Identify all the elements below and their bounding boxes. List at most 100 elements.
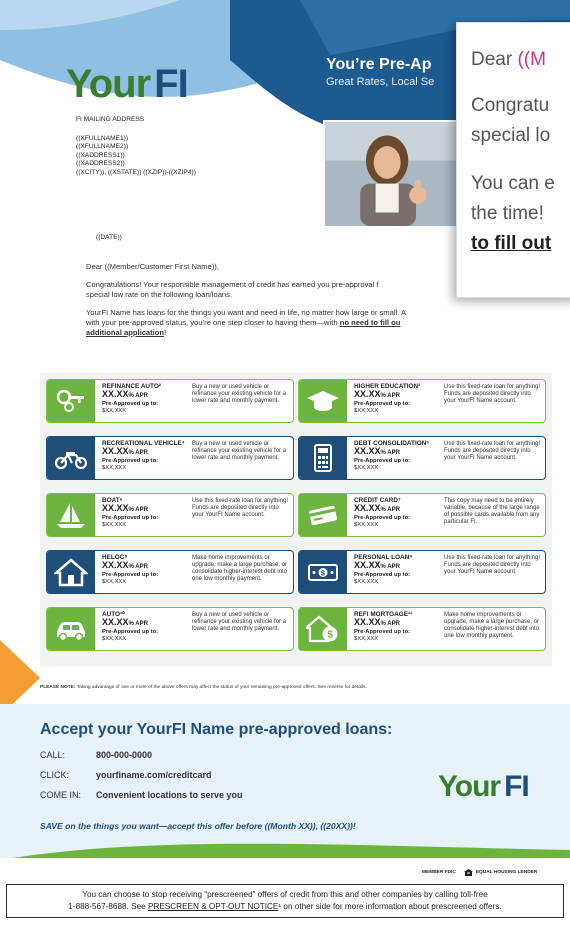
headline: You’re Pre-Ap <box>326 56 432 73</box>
offer-description: Buy a new or used vehicle or refinance y… <box>192 612 287 632</box>
offer-name: HIGHER EDUCATION³ XX.XX% APR Pre-Approved … <box>354 383 444 415</box>
yourfi-logo-bottom: Your FI <box>438 770 530 803</box>
offer-description: Make home improvements or upgrade, make … <box>444 612 540 639</box>
offer-card[interactable]: DEBT CONSOLIDATION⁵ XX.XX% APR Pre-Approve… <box>298 436 546 480</box>
svg-text:$: $ <box>321 570 325 577</box>
car-keys-icon <box>47 380 95 422</box>
offer-card[interactable]: AUTO¹⁰ XX.XX% APR Pre-Approved up to: $XX,X… <box>46 607 294 651</box>
letter-paragraph-2: YourFI Name has loans for the things you… <box>86 308 407 337</box>
offer-name: HELOC⁸ XX.XX% APR Pre-Approved up to: $XX,X… <box>102 554 192 586</box>
offer-description: Use this fixed-rate loan for anything! F… <box>444 384 541 404</box>
offer-description: Use this fixed-rate loan for anything! F… <box>444 555 541 575</box>
address-line: ((XCITY)), ((XSTATE)) ((XZIP))-((XZIP4)) <box>76 168 196 176</box>
offer-rate: XX.XX% APR <box>102 389 148 400</box>
woman-thumbs-up-photo <box>323 120 459 228</box>
opt-out-notice-link[interactable]: PRESCREEN & OPT-OUT NOTICE <box>148 902 278 911</box>
offer-card[interactable]: CREDIT CARD⁷ XX.XX% APR Pre-Approved up to… <box>298 493 546 537</box>
popup-line: the time! <box>471 203 544 224</box>
mailer-page: Your FI You’re Pre-Ap Great Rates, Local … <box>0 0 570 936</box>
offer-card[interactable]: BOAT⁶ XX.XX% APR Pre-Approved up to: $XX,XX… <box>46 493 294 537</box>
offer-card[interactable]: REFINANCE AUTO² XX.XX% APR Pre-Approved up… <box>46 379 294 423</box>
legal-badges: MEMBER FDIC EQUAL HOUSING LENDER <box>422 869 537 876</box>
address-line: ((XADDRESS2)) <box>76 160 125 168</box>
offer-amount: $XX,XXX <box>102 408 127 414</box>
popup-line: Dear ((M <box>471 49 546 70</box>
save-deadline: SAVE on the things you want—accept this … <box>40 821 356 831</box>
graduation-cap-icon <box>299 380 347 422</box>
click-row: CLICK: yourfiname.com/creditcard <box>40 770 212 780</box>
letter-paragraph-1: Congratulations! Your responsible manage… <box>86 280 379 299</box>
offer-description: Use this fixed-rate loan for anything! F… <box>192 498 289 518</box>
offer-preapproved-label: Pre-Approved up to: <box>102 458 159 464</box>
offer-card[interactable]: RECREATIONAL VEHICLE⁴ XX.XX% APR Pre-Appro… <box>46 436 294 480</box>
letter-body: Dear ((Member/Customer First Name)), Con… <box>86 262 466 346</box>
offer-rate: XX.XX% APR <box>102 503 148 514</box>
mailing-address: FI MAILING ADDRESS ((XFULLNAME1)) ((XFUL… <box>76 116 196 178</box>
address-line: ((XFULLNAME1)) <box>76 134 129 142</box>
offer-card[interactable]: HIGHER EDUCATION³ XX.XX% APR Pre-Approved … <box>298 379 546 423</box>
credit-card-icon <box>299 494 347 536</box>
offer-card[interactable]: HELOC⁸ XX.XX% APR Pre-Approved up to: $XX,X… <box>46 550 294 594</box>
popup-line: special lo <box>471 125 551 146</box>
subheadline: Great Rates, Local Se <box>326 76 435 88</box>
offer-name: REFI MORTGAGE¹¹ XX.XX% APR Pre-Approved up… <box>354 611 444 643</box>
logo-fi: FI <box>154 62 189 106</box>
offer-name: RECREATIONAL VEHICLE⁴ XX.XX% APR Pre-Appro… <box>102 440 192 472</box>
offer-preapproved-label: Pre-Approved up to: <box>102 629 159 635</box>
member-fdic: MEMBER FDIC <box>422 870 456 875</box>
house-dollar-icon: $ <box>299 608 347 650</box>
offer-preapproved-label: Pre-Approved up to: <box>354 458 411 464</box>
offer-card[interactable]: $ PERSONAL LOAN⁹ XX.XX% APR Pre-Approved up… <box>298 550 546 594</box>
offer-name: BOAT⁶ XX.XX% APR Pre-Approved up to: $XX,XX… <box>102 497 192 529</box>
offer-rate: XX.XX% APR <box>354 503 400 514</box>
offer-preapproved-label: Pre-Approved up to: <box>102 515 159 521</box>
offer-preapproved-label: Pre-Approved up to: <box>354 401 411 407</box>
sailboat-icon <box>47 494 95 536</box>
additional-application-link[interactable]: additional application <box>86 328 164 337</box>
offer-rate: XX.XX% APR <box>102 446 148 457</box>
logo-your: Your <box>66 62 151 106</box>
no-application-link[interactable]: no need to fill ou <box>340 318 401 327</box>
offer-preapproved-label: Pre-Approved up to: <box>354 515 411 521</box>
offer-rate: XX.XX% APR <box>102 560 148 571</box>
magnified-text-popup: Dear ((M Congratu special lo You can e t… <box>456 22 570 298</box>
offer-preapproved-label: Pre-Approved up to: <box>102 572 159 578</box>
equal-housing-icon <box>463 869 473 876</box>
offer-rate: XX.XX% APR <box>354 560 400 571</box>
offer-rate: XX.XX% APR <box>354 389 400 400</box>
offer-amount: $XX,XXX <box>354 636 379 642</box>
house-icon <box>47 551 95 593</box>
offer-amount: $XX,XXX <box>102 522 127 528</box>
offer-amount: $XX,XXX <box>102 636 127 642</box>
popup-link[interactable]: to fill out <box>471 229 570 259</box>
offer-name: CREDIT CARD⁷ XX.XX% APR Pre-Approved up to… <box>354 497 444 529</box>
offer-name: AUTO¹⁰ XX.XX% APR Pre-Approved up to: $XX,X… <box>102 611 192 643</box>
website-link[interactable]: yourfiname.com/creditcard <box>96 770 212 780</box>
offer-amount: $XX,XXX <box>102 579 127 585</box>
accept-title: Accept your YourFI Name pre-approved loa… <box>40 721 393 738</box>
address-line: ((XADDRESS1)) <box>76 151 125 159</box>
offer-name: REFINANCE AUTO² XX.XX% APR Pre-Approved up… <box>102 383 192 415</box>
cash-icon: $ <box>299 551 347 593</box>
offer-description: Use this fixed-rate loan for anything! F… <box>444 441 541 461</box>
offer-description: Buy a new or used vehicle or refinance y… <box>192 441 287 461</box>
offers-panel: REFINANCE AUTO² XX.XX% APR Pre-Approved up… <box>40 373 552 666</box>
offer-preapproved-label: Pre-Approved up to: <box>102 401 159 407</box>
offer-amount: $XX,XXX <box>354 465 379 471</box>
offer-amount: $XX,XXX <box>354 408 379 414</box>
offer-description: Make home improvements or upgrade, make … <box>192 555 288 582</box>
come-in-row: COME IN: Convenient locations to serve yo… <box>40 790 243 800</box>
offer-name: PERSONAL LOAN⁹ XX.XX% APR Pre-Approved up … <box>354 554 444 586</box>
offer-description: Buy a new or used vehicle or refinance y… <box>192 384 287 404</box>
address-line: ((XFULLNAME2)) <box>76 143 129 151</box>
offer-amount: $XX,XXX <box>354 522 379 528</box>
offer-card[interactable]: $ REFI MORTGAGE¹¹ XX.XX% APR Pre-Approved u… <box>298 607 546 651</box>
offer-rate: XX.XX% APR <box>354 446 400 457</box>
phone-number[interactable]: 800-000-0000 <box>96 750 152 760</box>
offer-amount: $XX,XXX <box>102 465 127 471</box>
offer-preapproved-label: Pre-Approved up to: <box>354 572 411 578</box>
offer-amount: $XX,XXX <box>354 579 379 585</box>
letter-date: ((DATE)) <box>96 234 122 241</box>
motorcycle-icon <box>47 437 95 479</box>
letter-greeting: Dear ((Member/Customer First Name)), <box>86 262 219 271</box>
